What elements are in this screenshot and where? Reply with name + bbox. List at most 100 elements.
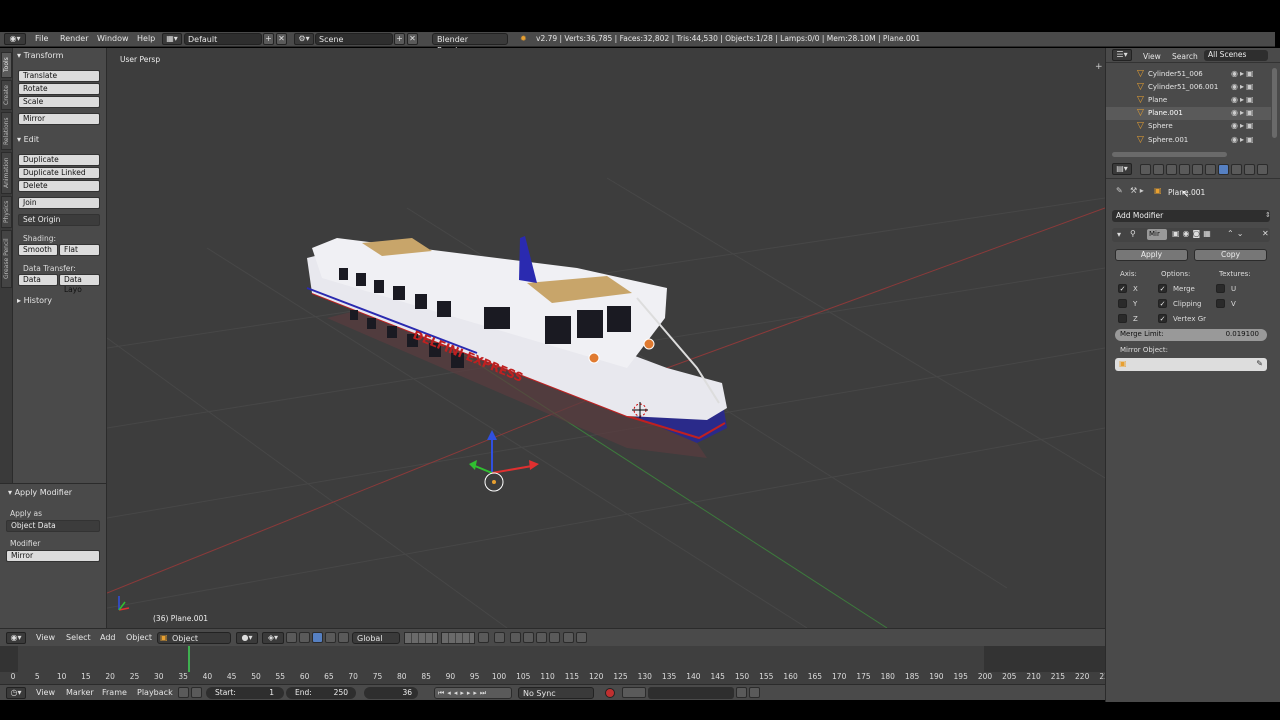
- object-tab-icon[interactable]: [1192, 164, 1203, 175]
- opengl-anim-icon[interactable]: [576, 632, 587, 643]
- transform-orientation-select[interactable]: Global: [352, 632, 400, 644]
- snap-target-icon[interactable]: [536, 632, 547, 643]
- vertex-groups-checkbox[interactable]: ✓: [1158, 314, 1167, 323]
- world-tab-icon[interactable]: [1179, 164, 1190, 175]
- data-button[interactable]: Data: [18, 274, 58, 286]
- timeline-ruler[interactable]: 0 5 10 15 20 25 30 35 40 45 50 55 60 65 70 75 80 85 90 95 10…: [0, 646, 1105, 684]
- modifiers-tab-icon[interactable]: [1218, 164, 1229, 175]
- axis-x-checkbox[interactable]: ✓: [1118, 284, 1127, 293]
- visibility-icons[interactable]: ◉▸▣: [1231, 121, 1256, 130]
- menu-help[interactable]: Help: [137, 34, 155, 43]
- menu-render[interactable]: Render: [60, 34, 88, 43]
- lock-layers-icon[interactable]: [478, 632, 489, 643]
- axis-y-checkbox[interactable]: [1118, 299, 1127, 308]
- outliner-row[interactable]: ▽ Sphere ◉▸▣: [1106, 120, 1271, 133]
- object-menu[interactable]: Object: [126, 633, 152, 642]
- history-panel-header[interactable]: ▸ History: [17, 296, 52, 305]
- tab-tools[interactable]: Tools: [1, 52, 12, 78]
- frame-menu[interactable]: Frame: [102, 688, 127, 697]
- visibility-icons[interactable]: ◉▸▣: [1231, 69, 1256, 78]
- translate-button[interactable]: Translate: [18, 70, 100, 82]
- outliner-row[interactable]: ▽ Cylinder51_006 ◉▸▣: [1106, 68, 1271, 81]
- outliner-search-menu[interactable]: Search: [1172, 52, 1198, 61]
- join-button[interactable]: Join: [18, 197, 100, 209]
- close-icon[interactable]: ✕: [1262, 229, 1269, 238]
- viewport-shading-icon[interactable]: ●▾: [236, 632, 258, 644]
- render-tab-icon[interactable]: [1140, 164, 1151, 175]
- manipulator-toggle-icon[interactable]: [286, 632, 297, 643]
- apply-modifier-header[interactable]: ▾ Apply Modifier: [8, 488, 72, 497]
- merge-checkbox[interactable]: ✓: [1158, 284, 1167, 293]
- outliner-row[interactable]: ▽ Sphere.001 ◉▸▣: [1106, 134, 1271, 147]
- rotate-button[interactable]: Rotate: [18, 83, 100, 95]
- add-layout-icon[interactable]: +: [263, 33, 274, 45]
- tab-relations[interactable]: Relations: [1, 112, 12, 150]
- lock-range-icon[interactable]: [191, 687, 202, 698]
- layout-grid-icon[interactable]: ▦▾: [162, 33, 182, 45]
- tab-grease-pencil[interactable]: Grease Pencil: [1, 230, 12, 288]
- region-toggle-icon[interactable]: +: [1095, 62, 1103, 72]
- axis-z-checkbox[interactable]: [1118, 314, 1127, 323]
- outliner-row[interactable]: ▽ Plane ◉▸▣: [1106, 94, 1271, 107]
- flat-button[interactable]: Flat: [59, 244, 100, 256]
- modifier-display-icons[interactable]: ▣◉◙▦: [1172, 229, 1214, 238]
- duplicate-linked-button[interactable]: Duplicate Linked: [18, 167, 100, 179]
- scale-manipulator-icon[interactable]: [325, 632, 336, 643]
- modifier-name-field[interactable]: Mir: [1147, 229, 1167, 240]
- editor-type-icon[interactable]: ◉▾: [4, 33, 26, 45]
- 3d-viewport[interactable]: DELFINI EXPRESS User Persp (36) Plane.00…: [107, 48, 1105, 628]
- properties-editor-icon[interactable]: ▤▾: [1112, 163, 1132, 175]
- outliner-hscrollbar[interactable]: [1112, 152, 1227, 157]
- add-scene-icon[interactable]: +: [394, 33, 405, 45]
- delete-button[interactable]: Delete: [18, 180, 100, 192]
- sync-mode-select[interactable]: No Sync: [518, 687, 594, 699]
- keying-set-icon[interactable]: [622, 687, 646, 698]
- translate-manipulator-icon[interactable]: [299, 632, 310, 643]
- remove-scene-icon[interactable]: ✕: [407, 33, 418, 45]
- add-menu[interactable]: Add: [100, 633, 116, 642]
- visibility-icons[interactable]: ◉▸▣: [1231, 95, 1256, 104]
- manipulator-extra-icon[interactable]: [338, 632, 349, 643]
- select-menu[interactable]: Select: [66, 633, 91, 642]
- viewport-canvas[interactable]: DELFINI EXPRESS: [107, 48, 1105, 628]
- view-menu[interactable]: View: [36, 633, 55, 642]
- copy-button[interactable]: Copy: [1194, 249, 1267, 261]
- menu-window[interactable]: Window: [97, 34, 129, 43]
- start-frame-field[interactable]: Start: 1: [206, 687, 284, 699]
- edit-panel-header[interactable]: ▾ Edit: [17, 135, 39, 144]
- data-layout-button[interactable]: Data Layo: [59, 274, 100, 294]
- menu-file[interactable]: File: [35, 34, 48, 43]
- timeline-editor-icon[interactable]: ◷▾: [6, 687, 26, 699]
- layers-tab-icon[interactable]: [1153, 164, 1164, 175]
- outliner-scrollbar[interactable]: [1272, 68, 1277, 138]
- add-modifier-dropdown[interactable]: Add Modifier: [1112, 210, 1270, 222]
- proportional-edit-icon[interactable]: [494, 632, 505, 643]
- tab-physics[interactable]: Physics: [1, 196, 12, 228]
- rotate-manipulator-icon[interactable]: [312, 632, 323, 643]
- outliner-row-selected[interactable]: ▽ Plane.001 ◉▸▣: [1106, 107, 1271, 120]
- clipping-checkbox[interactable]: ✓: [1158, 299, 1167, 308]
- scene-tab-icon[interactable]: [1166, 164, 1177, 175]
- transform-panel-header[interactable]: ▾ Transform: [17, 51, 63, 60]
- data-tab-icon[interactable]: [1231, 164, 1242, 175]
- layer-buttons-a[interactable]: [404, 632, 438, 644]
- keying-set-field[interactable]: [648, 687, 734, 699]
- modifier-field[interactable]: Mirror: [6, 550, 100, 562]
- smooth-button[interactable]: Smooth: [18, 244, 58, 256]
- playback-menu[interactable]: Playback: [137, 688, 173, 697]
- material-tab-icon[interactable]: [1244, 164, 1255, 175]
- layer-buttons-b[interactable]: [441, 632, 475, 644]
- record-button-icon[interactable]: [605, 688, 615, 698]
- render-engine-select[interactable]: Blender Render: [432, 33, 508, 55]
- object-mode-select[interactable]: Object Mode: [157, 632, 231, 654]
- outliner-editor-icon[interactable]: ☰▾: [1112, 49, 1132, 61]
- constraints-tab-icon[interactable]: [1205, 164, 1216, 175]
- insert-keyframe-icon[interactable]: [736, 687, 747, 698]
- transform-manipulator[interactable]: [469, 430, 539, 492]
- merge-limit-slider[interactable]: Merge Limit: 0.019100: [1115, 329, 1267, 341]
- mirror-button[interactable]: Mirror: [18, 113, 100, 125]
- tab-create[interactable]: Create: [1, 80, 12, 110]
- apply-button[interactable]: Apply: [1115, 249, 1188, 261]
- tab-animation[interactable]: Animation: [1, 152, 12, 194]
- playback-controls[interactable]: ⏮◂◂▸▸▸⏭: [434, 687, 512, 699]
